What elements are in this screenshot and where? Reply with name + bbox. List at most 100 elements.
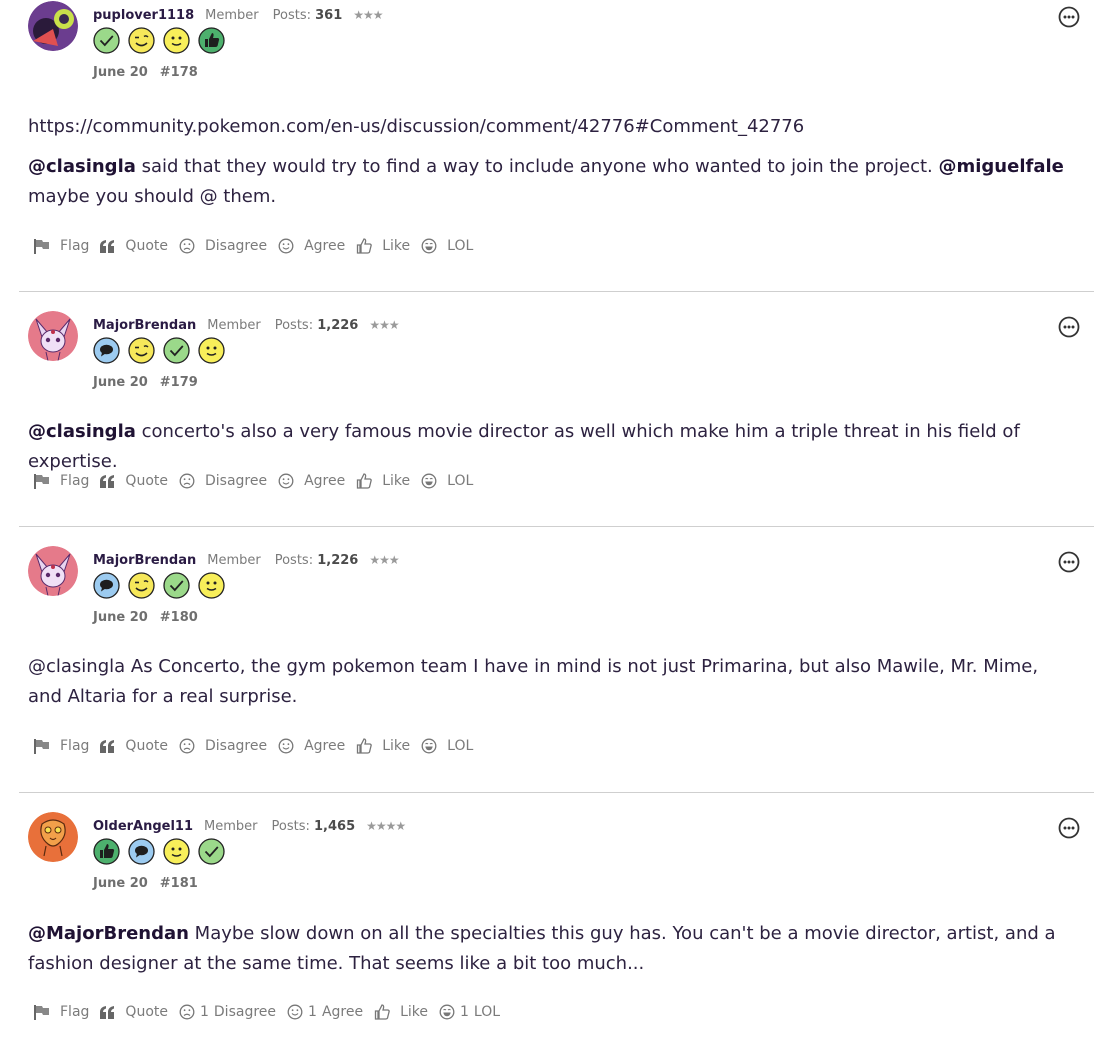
flag-button[interactable]: Flag <box>33 473 89 489</box>
options-menu-icon[interactable] <box>1058 817 1080 839</box>
disagree-button[interactable]: Disagree <box>179 473 267 489</box>
comment-post: OlderAngel11 Member Posts: 1,465 ★★★★ June … <box>19 812 1094 1041</box>
laugh-icon <box>421 473 437 489</box>
reaction-bar: Flag Quote Disagree Agree Like LOL <box>33 238 484 254</box>
avatar[interactable] <box>28 812 78 862</box>
frown-icon <box>179 1004 195 1020</box>
username[interactable]: MajorBrendan <box>93 318 196 333</box>
post-count-label: Posts: <box>271 819 310 834</box>
thumbs-up-badge-icon[interactable] <box>93 838 120 865</box>
post-date[interactable]: June 20 <box>93 375 148 390</box>
wink-badge-icon[interactable] <box>128 27 155 54</box>
post-number[interactable]: #180 <box>160 610 198 625</box>
check-badge-icon[interactable] <box>163 572 190 599</box>
comment-post: MajorBrendan Member Posts: 1,226 ★★★ June 2… <box>19 546 1094 776</box>
mention[interactable]: @MajorBrendan <box>28 923 189 944</box>
smile-icon <box>278 473 294 489</box>
flag-button[interactable]: Flag <box>33 238 89 254</box>
quote-icon <box>100 739 115 753</box>
disagree-button[interactable]: Disagree <box>179 238 267 254</box>
smile-badge-icon[interactable] <box>198 337 225 364</box>
post-date[interactable]: June 20 <box>93 876 148 891</box>
lol-button[interactable]: LOL <box>421 238 473 254</box>
avatar[interactable] <box>28 546 78 596</box>
mention[interactable]: @clasingla <box>28 156 136 177</box>
smile-badge-icon[interactable] <box>163 27 190 54</box>
lol-button[interactable]: 1 LOL <box>439 1004 500 1020</box>
like-button[interactable]: Like <box>356 473 410 489</box>
username[interactable]: OlderAngel11 <box>93 819 193 834</box>
mention[interactable]: @miguelfale <box>939 156 1064 177</box>
agree-button[interactable]: 1 Agree <box>287 1004 363 1020</box>
quote-button[interactable]: Quote <box>100 738 168 754</box>
post-meta: June 20 #181 <box>93 876 198 891</box>
author-line: MajorBrendan Member Posts: 1,226 ★★★ <box>93 317 400 334</box>
flag-icon <box>34 474 49 489</box>
agree-button[interactable]: Agree <box>278 473 345 489</box>
rank-stars: ★★★ <box>369 553 399 567</box>
thumbs-up-badge-icon[interactable] <box>198 27 225 54</box>
quote-button[interactable]: Quote <box>100 1004 168 1020</box>
flag-button[interactable]: Flag <box>33 1004 89 1020</box>
lol-button[interactable]: LOL <box>421 473 473 489</box>
laugh-icon <box>421 738 437 754</box>
disagree-button[interactable]: 1 Disagree <box>179 1004 276 1020</box>
mention[interactable]: @clasingla <box>28 421 136 442</box>
options-menu-icon[interactable] <box>1058 316 1080 338</box>
comment-link[interactable]: https://community.pokemon.com/en-us/disc… <box>28 116 804 137</box>
post-body: @clasingla concerto's also a very famous… <box>28 417 1070 477</box>
post-meta: June 20 #179 <box>93 375 198 390</box>
like-button[interactable]: Like <box>374 1004 428 1020</box>
reaction-bar: Flag Quote 1 Disagree 1 Agree Like 1 LOL <box>33 1004 511 1020</box>
quote-button[interactable]: Quote <box>100 238 168 254</box>
author-line: puplover1118 Member Posts: 361 ★★★ <box>93 7 384 24</box>
username[interactable]: MajorBrendan <box>93 553 196 568</box>
lol-button[interactable]: LOL <box>421 738 473 754</box>
disagree-button[interactable]: Disagree <box>179 738 267 754</box>
avatar[interactable] <box>28 1 78 51</box>
post-date[interactable]: June 20 <box>93 65 148 80</box>
flag-icon <box>34 739 49 754</box>
post-count-value: 361 <box>315 8 343 23</box>
thumbs-up-icon <box>357 473 373 489</box>
thumbs-up-icon <box>374 1004 390 1020</box>
post-text: said that they would try to find a way t… <box>135 156 939 177</box>
check-badge-icon[interactable] <box>93 27 120 54</box>
options-menu-icon[interactable] <box>1058 551 1080 573</box>
post-text: maybe you should @ them. <box>28 186 277 207</box>
rank-stars: ★★★ <box>369 318 399 332</box>
smile-badge-icon[interactable] <box>198 572 225 599</box>
post-number[interactable]: #178 <box>160 65 198 80</box>
quote-button[interactable]: Quote <box>100 473 168 489</box>
post-body: https://community.pokemon.com/en-us/disc… <box>28 112 1070 212</box>
post-count: Posts: 1,226 <box>275 318 359 333</box>
like-button[interactable]: Like <box>356 238 410 254</box>
laugh-icon <box>421 238 437 254</box>
wink-badge-icon[interactable] <box>128 572 155 599</box>
comment-badge-icon[interactable] <box>128 838 155 865</box>
post-number[interactable]: #179 <box>160 375 198 390</box>
avatar[interactable] <box>28 311 78 361</box>
post-count-label: Posts: <box>274 553 314 568</box>
post-body: @MajorBrendan Maybe slow down on all the… <box>28 919 1070 979</box>
options-menu-icon[interactable] <box>1058 6 1080 28</box>
username[interactable]: puplover1118 <box>93 8 194 23</box>
post-date[interactable]: June 20 <box>93 610 148 625</box>
post-count: Posts: 1,465 <box>272 819 356 834</box>
user-role: Member <box>207 553 261 568</box>
smile-icon <box>278 738 294 754</box>
rank-stars: ★★★★ <box>366 819 406 833</box>
check-badge-icon[interactable] <box>198 838 225 865</box>
badge-list <box>93 838 233 865</box>
comment-badge-icon[interactable] <box>93 337 120 364</box>
comment-badge-icon[interactable] <box>93 572 120 599</box>
agree-button[interactable]: Agree <box>278 738 345 754</box>
thumbs-up-icon <box>357 238 373 254</box>
wink-badge-icon[interactable] <box>128 337 155 364</box>
flag-button[interactable]: Flag <box>33 738 89 754</box>
check-badge-icon[interactable] <box>163 337 190 364</box>
smile-badge-icon[interactable] <box>163 838 190 865</box>
post-number[interactable]: #181 <box>160 876 198 891</box>
agree-button[interactable]: Agree <box>278 238 345 254</box>
like-button[interactable]: Like <box>356 738 410 754</box>
